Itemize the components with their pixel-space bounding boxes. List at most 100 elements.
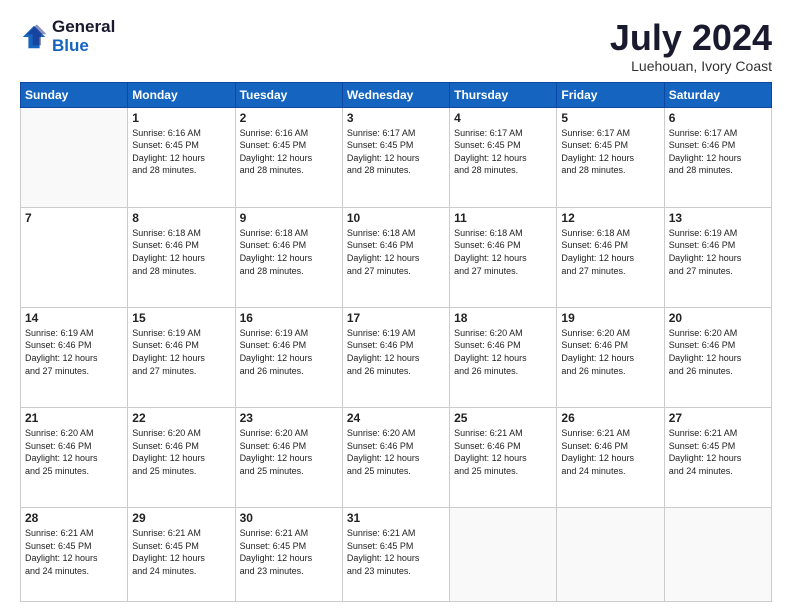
calendar-cell: 25 Sunrise: 6:21 AM Sunset: 6:46 PM Dayli… bbox=[450, 407, 557, 507]
day-number: 14 bbox=[25, 311, 123, 325]
calendar-header-thursday: Thursday bbox=[450, 82, 557, 107]
calendar-header-monday: Monday bbox=[128, 82, 235, 107]
calendar-cell: 5 Sunrise: 6:17 AM Sunset: 6:45 PM Daylig… bbox=[557, 107, 664, 207]
calendar-week-4: 28 Sunrise: 6:21 AM Sunset: 6:45 PM Dayli… bbox=[21, 508, 772, 602]
day-number: 25 bbox=[454, 411, 552, 425]
calendar-cell: 19Sunrise: 6:20 AM Sunset: 6:46 PM Dayli… bbox=[557, 307, 664, 407]
logo-text: General Blue bbox=[52, 18, 115, 55]
calendar-cell: 9 Sunrise: 6:18 AM Sunset: 6:46 PM Daylig… bbox=[235, 207, 342, 307]
calendar-table: SundayMondayTuesdayWednesdayThursdayFrid… bbox=[20, 82, 772, 602]
day-info: Sunrise: 6:18 AM Sunset: 6:46 PM Dayligh… bbox=[347, 227, 445, 277]
day-number: 5 bbox=[561, 111, 659, 125]
calendar-header-friday: Friday bbox=[557, 82, 664, 107]
calendar-cell: 16 Sunrise: 6:19 AM Sunset: 6:46 PM Dayli… bbox=[235, 307, 342, 407]
page: General Blue July 2024 Luehouan, Ivory C… bbox=[0, 0, 792, 612]
day-info: Sunrise: 6:18 AM Sunset: 6:46 PM Dayligh… bbox=[240, 227, 338, 277]
day-info: Sunrise: 6:20 AM Sunset: 6:46 PM Dayligh… bbox=[347, 427, 445, 477]
day-info: Sunrise: 6:21 AM Sunset: 6:45 PM Dayligh… bbox=[132, 527, 230, 577]
calendar-cell: 22Sunrise: 6:20 AM Sunset: 6:46 PM Dayli… bbox=[128, 407, 235, 507]
calendar-cell bbox=[664, 508, 771, 602]
day-number: 29 bbox=[132, 511, 230, 525]
day-number: 18 bbox=[454, 311, 552, 325]
calendar-cell bbox=[21, 107, 128, 207]
day-number: 17 bbox=[347, 311, 445, 325]
calendar-header-saturday: Saturday bbox=[664, 82, 771, 107]
day-info: Sunrise: 6:16 AM Sunset: 6:45 PM Dayligh… bbox=[240, 127, 338, 177]
calendar-cell: 26 Sunrise: 6:21 AM Sunset: 6:46 PM Dayli… bbox=[557, 407, 664, 507]
logo-blue: Blue bbox=[52, 37, 115, 56]
calendar-cell bbox=[450, 508, 557, 602]
day-number: 7 bbox=[25, 211, 123, 225]
day-number: 16 bbox=[240, 311, 338, 325]
day-info: Sunrise: 6:21 AM Sunset: 6:46 PM Dayligh… bbox=[454, 427, 552, 477]
day-number: 11 bbox=[454, 211, 552, 225]
calendar-week-1: 78 Sunrise: 6:18 AM Sunset: 6:46 PM Dayli… bbox=[21, 207, 772, 307]
day-number: 20 bbox=[669, 311, 767, 325]
calendar-cell: 23 Sunrise: 6:20 AM Sunset: 6:46 PM Dayli… bbox=[235, 407, 342, 507]
calendar-cell: 4 Sunrise: 6:17 AM Sunset: 6:45 PM Daylig… bbox=[450, 107, 557, 207]
calendar-cell: 8 Sunrise: 6:18 AM Sunset: 6:46 PM Daylig… bbox=[128, 207, 235, 307]
calendar-cell: 11 Sunrise: 6:18 AM Sunset: 6:46 PM Dayli… bbox=[450, 207, 557, 307]
calendar-cell: 20 Sunrise: 6:20 AM Sunset: 6:46 PM Dayli… bbox=[664, 307, 771, 407]
day-info: Sunrise: 6:19 AM Sunset: 6:46 PM Dayligh… bbox=[347, 327, 445, 377]
day-info: Sunrise: 6:18 AM Sunset: 6:46 PM Dayligh… bbox=[132, 227, 230, 277]
calendar-week-2: 14 Sunrise: 6:19 AM Sunset: 6:46 PM Dayli… bbox=[21, 307, 772, 407]
day-info: Sunrise: 6:19 AM Sunset: 6:46 PM Dayligh… bbox=[240, 327, 338, 377]
calendar-cell: 1 Sunrise: 6:16 AM Sunset: 6:45 PM Daylig… bbox=[128, 107, 235, 207]
day-number: 15 bbox=[132, 311, 230, 325]
day-info: Sunrise: 6:16 AM Sunset: 6:45 PM Dayligh… bbox=[132, 127, 230, 177]
day-number: 1 bbox=[132, 111, 230, 125]
calendar-cell: 21Sunrise: 6:20 AM Sunset: 6:46 PM Dayli… bbox=[21, 407, 128, 507]
day-number: 8 bbox=[132, 211, 230, 225]
day-number: 2 bbox=[240, 111, 338, 125]
calendar-cell: 31 Sunrise: 6:21 AM Sunset: 6:45 PM Dayli… bbox=[342, 508, 449, 602]
calendar-cell: 14 Sunrise: 6:19 AM Sunset: 6:46 PM Dayli… bbox=[21, 307, 128, 407]
day-number: 31 bbox=[347, 511, 445, 525]
day-info: Sunrise: 6:18 AM Sunset: 6:46 PM Dayligh… bbox=[454, 227, 552, 277]
calendar-cell: 15 Sunrise: 6:19 AM Sunset: 6:46 PM Dayli… bbox=[128, 307, 235, 407]
day-info: Sunrise: 6:20 AM Sunset: 6:46 PM Dayligh… bbox=[25, 427, 123, 477]
day-info: Sunrise: 6:19 AM Sunset: 6:46 PM Dayligh… bbox=[25, 327, 123, 377]
logo: General Blue bbox=[20, 18, 115, 55]
calendar-cell: 10 Sunrise: 6:18 AM Sunset: 6:46 PM Dayli… bbox=[342, 207, 449, 307]
day-info: Sunrise: 6:21 AM Sunset: 6:45 PM Dayligh… bbox=[240, 527, 338, 577]
day-number: 28 bbox=[25, 511, 123, 525]
day-info: Sunrise: 6:19 AM Sunset: 6:46 PM Dayligh… bbox=[669, 227, 767, 277]
day-number: 10 bbox=[347, 211, 445, 225]
day-number: 4 bbox=[454, 111, 552, 125]
day-number: 9 bbox=[240, 211, 338, 225]
day-info: Sunrise: 6:21 AM Sunset: 6:45 PM Dayligh… bbox=[669, 427, 767, 477]
calendar-cell: 3 Sunrise: 6:17 AM Sunset: 6:45 PM Daylig… bbox=[342, 107, 449, 207]
month-title: July 2024 bbox=[610, 18, 772, 58]
location: Luehouan, Ivory Coast bbox=[610, 58, 772, 74]
day-info: Sunrise: 6:19 AM Sunset: 6:46 PM Dayligh… bbox=[132, 327, 230, 377]
header: General Blue July 2024 Luehouan, Ivory C… bbox=[20, 18, 772, 74]
day-info: Sunrise: 6:20 AM Sunset: 6:46 PM Dayligh… bbox=[669, 327, 767, 377]
day-info: Sunrise: 6:17 AM Sunset: 6:45 PM Dayligh… bbox=[561, 127, 659, 177]
calendar-cell: 13 Sunrise: 6:19 AM Sunset: 6:46 PM Dayli… bbox=[664, 207, 771, 307]
day-number: 30 bbox=[240, 511, 338, 525]
calendar-cell: 29 Sunrise: 6:21 AM Sunset: 6:45 PM Dayli… bbox=[128, 508, 235, 602]
day-info: Sunrise: 6:17 AM Sunset: 6:45 PM Dayligh… bbox=[347, 127, 445, 177]
logo-icon bbox=[20, 23, 48, 51]
day-number: 23 bbox=[240, 411, 338, 425]
calendar-cell: 2 Sunrise: 6:16 AM Sunset: 6:45 PM Daylig… bbox=[235, 107, 342, 207]
day-number: 3 bbox=[347, 111, 445, 125]
logo-general: General bbox=[52, 18, 115, 37]
day-info: Sunrise: 6:20 AM Sunset: 6:46 PM Dayligh… bbox=[240, 427, 338, 477]
day-info: Sunrise: 6:18 AM Sunset: 6:46 PM Dayligh… bbox=[561, 227, 659, 277]
day-number: 6 bbox=[669, 111, 767, 125]
calendar-cell: 6Sunrise: 6:17 AM Sunset: 6:46 PM Daylig… bbox=[664, 107, 771, 207]
day-number: 13 bbox=[669, 211, 767, 225]
calendar-cell: 7 bbox=[21, 207, 128, 307]
day-number: 26 bbox=[561, 411, 659, 425]
day-info: Sunrise: 6:21 AM Sunset: 6:46 PM Dayligh… bbox=[561, 427, 659, 477]
calendar-cell: 24Sunrise: 6:20 AM Sunset: 6:46 PM Dayli… bbox=[342, 407, 449, 507]
calendar-cell: 28Sunrise: 6:21 AM Sunset: 6:45 PM Dayli… bbox=[21, 508, 128, 602]
day-info: Sunrise: 6:17 AM Sunset: 6:45 PM Dayligh… bbox=[454, 127, 552, 177]
calendar-cell bbox=[557, 508, 664, 602]
calendar-header-row: SundayMondayTuesdayWednesdayThursdayFrid… bbox=[21, 82, 772, 107]
day-info: Sunrise: 6:21 AM Sunset: 6:45 PM Dayligh… bbox=[347, 527, 445, 577]
day-number: 12 bbox=[561, 211, 659, 225]
calendar-week-0: 1 Sunrise: 6:16 AM Sunset: 6:45 PM Daylig… bbox=[21, 107, 772, 207]
